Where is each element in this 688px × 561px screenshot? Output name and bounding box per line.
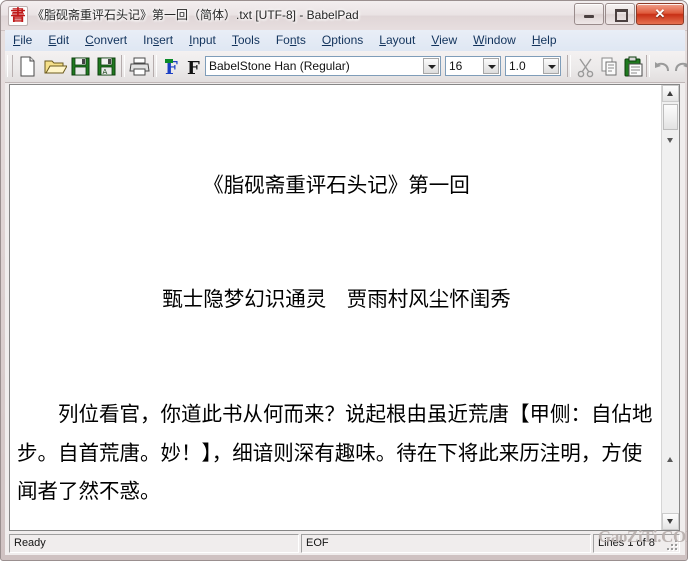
menu-item-layout[interactable]: Layout (371, 30, 423, 51)
title-bar[interactable]: 書 《脂砚斋重评石头记》第一回（简体）.txt [UTF-8] - BabelP… (1, 1, 687, 31)
print-button[interactable] (127, 54, 152, 79)
new-file-button[interactable] (15, 54, 40, 79)
open-file-button[interactable] (42, 54, 67, 79)
toolbar-separator-1 (121, 55, 125, 77)
minimize-button[interactable] (574, 3, 604, 25)
menu-item-file[interactable]: File (5, 30, 40, 51)
menu-item-input[interactable]: Input (181, 30, 224, 51)
toolbar-separator-2 (153, 55, 157, 77)
scrollbar-thumb[interactable] (663, 104, 678, 130)
caret-down-icon (667, 519, 673, 524)
caption-buttons: ✕ (573, 3, 684, 25)
menu-item-fonts[interactable]: Fonts (268, 30, 314, 51)
copy-button[interactable] (597, 54, 622, 79)
track-mark-lower (667, 457, 673, 462)
scroll-up-button[interactable] (662, 85, 679, 102)
chevron-down-icon[interactable] (543, 58, 559, 74)
save-file-button[interactable] (68, 54, 93, 79)
document-title-line-1: 《脂砚斋重评石头记》第一回 (203, 172, 470, 197)
chevron-down-icon[interactable] (483, 58, 499, 74)
font-size-combo[interactable]: 16 (445, 56, 501, 76)
line-spacing-combo[interactable]: 1.0 (505, 56, 561, 76)
cut-button[interactable] (573, 54, 598, 79)
paste-button[interactable] (621, 54, 646, 79)
status-bar: Ready EOF Lines 1 of 8 (9, 534, 680, 553)
status-eof-text: EOF (306, 537, 329, 549)
status-ready-text: Ready (14, 537, 46, 549)
window-title: 《脂砚斋重评石头记》第一回（简体）.txt [UTF-8] - BabelPad (32, 8, 359, 22)
line-spacing-value: 1.0 (509, 59, 526, 73)
text-editor-frame: 《脂砚斋重评石头记》第一回 甄士隐梦幻识通灵 贾雨村风尘怀闺秀 列位看官，你道此… (9, 84, 680, 531)
document-paragraph-1: 列位看官，你道此书从何而来？说起根由虽近荒唐【甲侧：自佔地步。自首荒唐。妙！】，… (17, 402, 653, 503)
toolbar-separator-3 (567, 55, 571, 77)
svg-text:F: F (187, 58, 200, 79)
save-as-button[interactable]: A (94, 54, 119, 79)
status-pane-eof: EOF (301, 534, 591, 553)
font-size-value: 16 (449, 59, 463, 73)
menu-item-view[interactable]: View (423, 30, 465, 51)
menu-item-window[interactable]: Window (465, 30, 524, 51)
document-body[interactable]: 《脂砚斋重评石头记》第一回 甄士隐梦幻识通灵 贾雨村风尘怀闺秀 列位看官，你道此… (10, 85, 662, 530)
status-lines-text: Lines 1 of 8 (598, 537, 655, 549)
menu-item-help[interactable]: Help (524, 30, 565, 51)
toolbar: A F F BabelStone Han (Regular) 16 1.0 (5, 51, 687, 83)
maximize-button[interactable] (605, 3, 635, 25)
menu-bar: File Edit Convert Insert Input Tools Fon… (5, 30, 685, 52)
close-icon: ✕ (654, 6, 666, 21)
font-family-combo[interactable]: BabelStone Han (Regular) (205, 56, 441, 76)
status-pane-ready: Ready (9, 534, 299, 553)
scroll-down-button[interactable] (662, 513, 679, 530)
menu-item-tools[interactable]: Tools (224, 30, 268, 51)
svg-text:A: A (103, 68, 108, 76)
toolbar-separator-4 (646, 55, 650, 77)
redo-button[interactable] (671, 54, 687, 79)
menu-item-insert[interactable]: Insert (135, 30, 181, 51)
document-title-line-2: 甄士隐梦幻识通灵 贾雨村风尘怀闺秀 (162, 287, 511, 312)
babelpad-window: 書 《脂砚斋重评石头记》第一回（简体）.txt [UTF-8] - BabelP… (0, 0, 688, 561)
menu-item-convert[interactable]: Convert (77, 30, 135, 51)
app-icon: 書 (8, 6, 28, 26)
chevron-down-icon[interactable] (423, 58, 439, 74)
track-mark-upper (667, 138, 673, 143)
vertical-scrollbar[interactable] (661, 85, 679, 530)
text-editor[interactable]: 《脂砚斋重评石头记》第一回 甄士隐梦幻识通灵 贾雨村风尘怀闺秀 列位看官，你道此… (10, 85, 662, 530)
resize-grip[interactable] (665, 538, 679, 552)
font-family-value: BabelStone Han (Regular) (209, 59, 350, 73)
font-style-button[interactable]: F (181, 54, 206, 79)
toolbar-grip[interactable] (7, 55, 13, 77)
menu-item-edit[interactable]: Edit (40, 30, 77, 51)
close-button[interactable]: ✕ (636, 3, 684, 25)
client-area: File Edit Convert Insert Input Tools Fon… (5, 30, 687, 555)
app-icon-glyph: 書 (10, 6, 26, 24)
menu-item-options[interactable]: Options (314, 30, 371, 51)
caret-up-icon (667, 91, 673, 96)
